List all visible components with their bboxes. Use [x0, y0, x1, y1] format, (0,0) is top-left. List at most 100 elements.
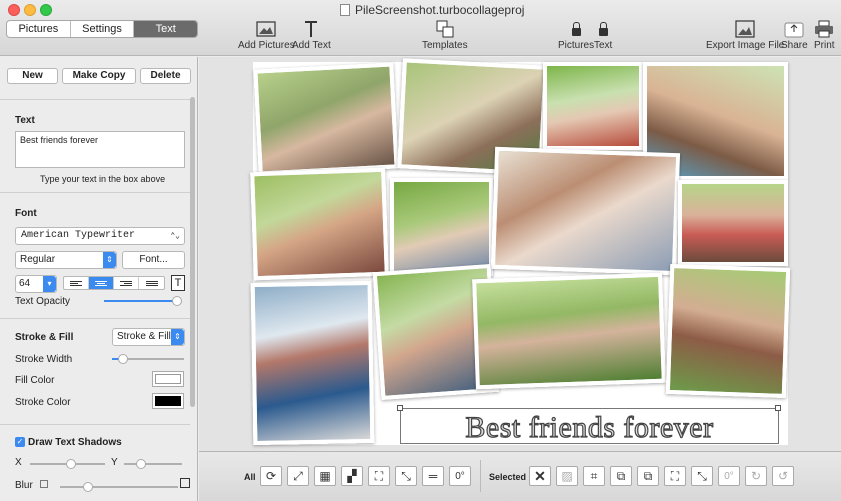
- templates-button[interactable]: Templates: [422, 18, 468, 51]
- share-icon: [784, 22, 804, 38]
- shadow-checkbox[interactable]: ✓: [15, 437, 25, 447]
- align-right-button[interactable]: [114, 277, 139, 289]
- divider: [480, 460, 481, 492]
- picture-icon: ▨: [561, 469, 573, 483]
- grid-layout-button[interactable]: ▦: [314, 466, 336, 486]
- rotate-arrows-icon: ⟳: [265, 469, 277, 483]
- resize-handle[interactable]: [775, 405, 781, 411]
- bring-forward-button[interactable]: ⧉: [610, 466, 632, 486]
- fill-color-well[interactable]: [152, 371, 184, 387]
- collage-caption-text[interactable]: Best friends forever: [402, 411, 777, 444]
- stroke-mode-select[interactable]: Stroke & Fill ⇕: [112, 328, 185, 346]
- collage-photo[interactable]: [665, 263, 791, 399]
- collage-photo[interactable]: [543, 62, 643, 150]
- lock-pictures-button[interactable]: Pictures: [558, 18, 594, 51]
- expand-arrows-icon: ⤢: [293, 468, 303, 483]
- collage-photo[interactable]: [253, 62, 399, 176]
- expand-selected-button[interactable]: ⛶: [664, 466, 686, 486]
- slider-knob[interactable]: [83, 482, 93, 492]
- expand-corners-icon: ⛶: [670, 468, 680, 483]
- add-pictures-button[interactable]: Add Pictures: [238, 18, 295, 51]
- divider: [0, 318, 190, 319]
- make-copy-button[interactable]: Make Copy: [62, 68, 136, 84]
- maximize-window-button[interactable]: [40, 4, 52, 16]
- align-center-button[interactable]: [89, 277, 114, 289]
- remove-selected-button[interactable]: ✕: [529, 466, 551, 486]
- shrink-selected-button[interactable]: ⤡: [691, 466, 713, 486]
- rotate-zero-button[interactable]: 0°: [449, 466, 471, 486]
- mosaic-layout-button[interactable]: ▞: [341, 466, 363, 486]
- picture-icon: [256, 21, 276, 37]
- lock-text-button[interactable]: Text: [594, 18, 612, 51]
- text-frame-icon[interactable]: T: [171, 275, 185, 291]
- collage-photo[interactable]: [490, 146, 681, 276]
- rotate-left-icon: ↺: [777, 469, 789, 483]
- shadow-y-label: Y: [111, 457, 118, 468]
- font-panel-button[interactable]: Font...: [122, 251, 185, 269]
- collage-photo[interactable]: [390, 178, 493, 276]
- shadow-x-label: X: [15, 457, 22, 468]
- export-image-icon: [735, 20, 755, 38]
- mode-tabs: Pictures Settings Text: [6, 20, 198, 38]
- collage-photo[interactable]: [472, 272, 666, 390]
- expand-all-button[interactable]: ⛶: [368, 466, 390, 486]
- close-window-button[interactable]: [8, 4, 20, 16]
- text-t-icon: [305, 21, 318, 37]
- export-image-button[interactable]: Export Image File: [706, 18, 784, 51]
- x-icon: ✕: [534, 467, 546, 484]
- font-family-select[interactable]: American Typewriter ⌃⌄: [15, 227, 185, 245]
- sidebar-scrollbar[interactable]: [190, 97, 195, 407]
- slider-knob[interactable]: [66, 459, 76, 469]
- stroke-color-well[interactable]: [152, 393, 184, 409]
- font-style-select[interactable]: Regular ⇕: [15, 251, 117, 269]
- layers-front-icon: ⧉: [616, 468, 626, 483]
- equal-size-button[interactable]: ═: [422, 466, 444, 486]
- tab-settings[interactable]: Settings: [71, 21, 135, 37]
- divider: [0, 424, 190, 425]
- align-justify-button[interactable]: [139, 277, 164, 289]
- text-input[interactable]: Best friends forever: [15, 131, 185, 168]
- shadow-blur-slider[interactable]: [60, 482, 178, 492]
- title-toolbar: PileScreenshot.turbocollageproj Pictures…: [0, 0, 841, 56]
- align-left-button[interactable]: [64, 277, 89, 289]
- chevron-updown-icon: ⌃⌄: [170, 232, 180, 241]
- slider-knob[interactable]: [172, 296, 182, 306]
- shadow-label: Draw Text Shadows: [28, 437, 122, 448]
- stroke-width-slider[interactable]: [112, 354, 184, 364]
- shadow-y-slider[interactable]: [124, 459, 182, 469]
- delete-button[interactable]: Delete: [140, 68, 191, 84]
- large-square-icon: [180, 478, 190, 488]
- collage-photo[interactable]: [250, 167, 389, 281]
- shrink-all-button[interactable]: ⤡: [395, 466, 417, 486]
- slider-knob[interactable]: [136, 459, 146, 469]
- stroke-width-label: Stroke Width: [15, 354, 73, 365]
- rotate-right-button[interactable]: ↻: [745, 466, 767, 486]
- chevron-down-icon: ▾: [43, 276, 56, 292]
- tab-pictures[interactable]: Pictures: [7, 21, 71, 37]
- tab-text[interactable]: Text: [134, 21, 197, 37]
- replace-picture-button[interactable]: ▨: [556, 466, 578, 486]
- equal-icon: ═: [428, 469, 438, 483]
- font-size-select[interactable]: 64 ▾: [15, 275, 57, 293]
- add-text-button[interactable]: Add Text: [292, 18, 331, 51]
- share-button[interactable]: Share: [781, 18, 808, 51]
- shadow-x-slider[interactable]: [30, 459, 105, 469]
- lock-icon: [598, 22, 608, 36]
- text-opacity-slider[interactable]: [104, 296, 182, 306]
- grid-icon: ▦: [319, 469, 331, 483]
- fit-all-button[interactable]: ⤢: [287, 466, 309, 486]
- minimize-window-button[interactable]: [24, 4, 36, 16]
- resize-handle[interactable]: [397, 405, 403, 411]
- text-hint: Type your text in the box above: [40, 174, 166, 184]
- new-button[interactable]: New: [7, 68, 58, 84]
- print-button[interactable]: Print: [814, 18, 835, 51]
- collage-photo[interactable]: [678, 180, 788, 266]
- crop-button[interactable]: ⌗: [583, 466, 605, 486]
- rotate-selected-zero-button[interactable]: 0°: [718, 466, 740, 486]
- collage-photo[interactable]: [250, 280, 375, 446]
- rotate-left-button[interactable]: ↺: [772, 466, 794, 486]
- send-backward-button[interactable]: ⧉: [637, 466, 659, 486]
- shuffle-all-button[interactable]: ⟳: [260, 466, 282, 486]
- slider-knob[interactable]: [118, 354, 128, 364]
- stroke-fill-heading: Stroke & Fill: [15, 332, 74, 343]
